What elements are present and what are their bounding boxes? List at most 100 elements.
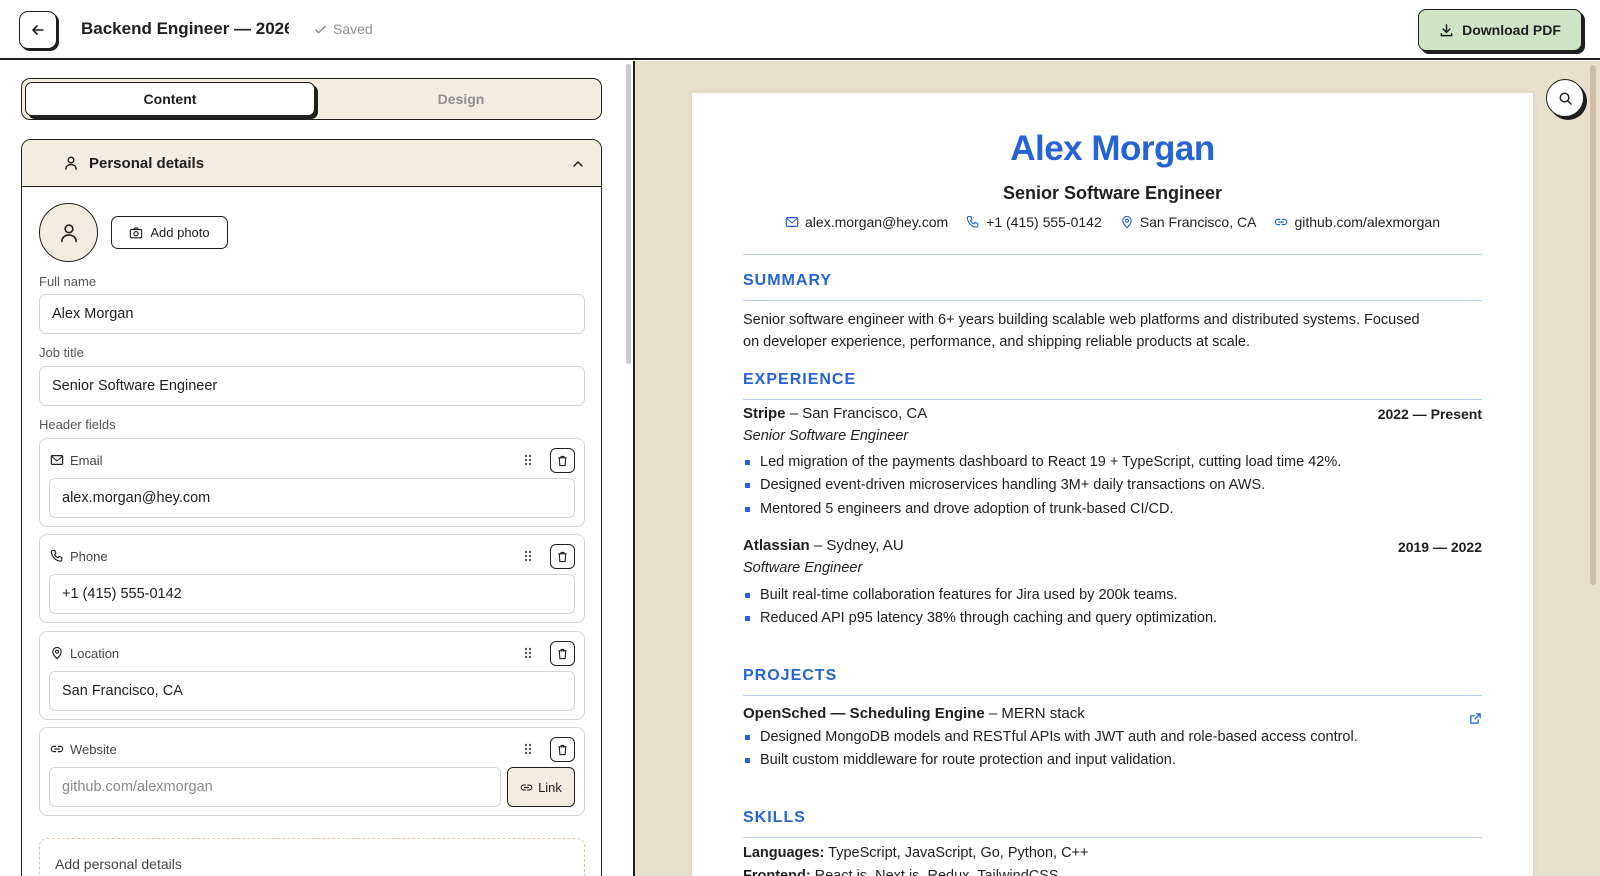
- summary-heading: SUMMARY: [743, 272, 833, 289]
- user-icon: [65, 156, 77, 170]
- list-item: Led migration of the payments dashboard …: [743, 454, 1341, 470]
- phone-field-card: Phone +1 (415) 555-0142: [39, 534, 585, 623]
- map-pin-icon: [1121, 215, 1132, 229]
- experience-heading: EXPERIENCE: [743, 371, 857, 388]
- skill-row: Frontend: React.js, Next.js, Redux, Tail…: [743, 868, 1059, 876]
- trash-icon: [558, 648, 567, 659]
- check-icon: [315, 25, 326, 33]
- resume-name: Alex Morgan: [1010, 129, 1215, 168]
- skill-value: TypeScript, JavaScript, Go, Python, C++: [828, 845, 1089, 861]
- delete-email-button[interactable]: [550, 448, 575, 473]
- drag-handle-icon[interactable]: [523, 742, 533, 756]
- summary-line: on developer experience, performance, an…: [743, 334, 1251, 350]
- resume-contacts: alex.morgan@hey.com +1 (415) 555-0142 Sa…: [692, 214, 1533, 230]
- phone-icon: [966, 216, 979, 228]
- contact-email: alex.morgan@hey.com: [785, 214, 948, 230]
- header-divider: [743, 254, 1482, 255]
- tab-content[interactable]: Content: [25, 82, 315, 116]
- document-title[interactable]: Backend Engineer — 2026: [81, 19, 289, 39]
- contact-location-text: San Francisco, CA: [1139, 214, 1257, 230]
- email-label: Email: [70, 453, 103, 468]
- bullet-text: Designed event-driven microservices hand…: [760, 477, 1266, 493]
- experience-rule: [743, 399, 1482, 400]
- email-field-card: Email alex.morgan@hey.com: [39, 438, 585, 527]
- map-pin-icon: [52, 646, 62, 660]
- full-name-label: Full name: [39, 274, 97, 289]
- contact-email-text: alex.morgan@hey.com: [805, 214, 949, 230]
- location-field-card: Location San Francisco, CA: [39, 631, 585, 720]
- job-title-input[interactable]: Senior Software Engineer: [39, 366, 585, 406]
- drag-handle-icon[interactable]: [523, 549, 533, 563]
- link-icon: [520, 783, 533, 791]
- website-field-card: Website github.com/alexmorgan Link: [39, 727, 585, 816]
- chevron-up-icon[interactable]: [571, 157, 585, 171]
- trash-icon: [558, 551, 567, 562]
- preview-scrollbar[interactable]: [1590, 65, 1596, 585]
- tab-design[interactable]: Design: [322, 82, 600, 116]
- add-photo-label: Add photo: [150, 225, 210, 240]
- job-header: Atlassian – Sydney, AU: [743, 537, 904, 554]
- resume-page: Alex Morgan Senior Software Engineer ale…: [692, 93, 1533, 876]
- link-button[interactable]: Link: [507, 767, 575, 807]
- arrow-left-icon: [32, 25, 44, 35]
- job-location: – San Francisco, CA: [789, 405, 928, 422]
- external-link-icon[interactable]: [1469, 712, 1482, 725]
- bullet-text: Led migration of the payments dashboard …: [760, 454, 1342, 470]
- trash-icon: [558, 455, 567, 466]
- save-status: Saved: [314, 21, 373, 37]
- delete-location-button[interactable]: [550, 641, 575, 666]
- bullet-text: Mentored 5 engineers and drove adoption …: [760, 501, 1174, 517]
- drag-handle-icon[interactable]: [523, 646, 533, 660]
- list-item: Built real-time collaboration features f…: [743, 587, 1177, 603]
- contact-website: github.com/alexmorgan: [1274, 214, 1440, 230]
- project-header: OpenSched — Scheduling Engine – MERN sta…: [743, 705, 1085, 722]
- job-dates: 2022 — Present: [1377, 406, 1482, 422]
- add-photo-button[interactable]: Add photo: [111, 216, 228, 249]
- bullet-text: Built custom middleware for route protec…: [760, 752, 1176, 768]
- projects-heading: PROJECTS: [743, 667, 838, 684]
- download-pdf-label: Download PDF: [1462, 22, 1561, 38]
- skill-label: Languages:: [743, 845, 825, 861]
- top-bar: Backend Engineer — 2026 Saved Download P…: [0, 0, 1600, 60]
- trash-icon: [558, 744, 567, 755]
- contact-location: San Francisco, CA: [1120, 214, 1257, 230]
- contact-phone: +1 (415) 555-0142: [966, 214, 1102, 230]
- add-personal-details-button[interactable]: Add personal details: [39, 838, 585, 876]
- bullet-text: Built real-time collaboration features f…: [760, 587, 1178, 603]
- personal-details-header[interactable]: Personal details: [22, 140, 601, 187]
- summary-line: Senior software engineer with 6+ years b…: [743, 312, 1420, 328]
- delete-phone-button[interactable]: [550, 544, 575, 569]
- project-stack: – MERN stack: [988, 705, 1085, 722]
- location-input[interactable]: San Francisco, CA: [49, 671, 575, 711]
- editor-panel: Content Design Personal details Add phot…: [0, 61, 634, 876]
- list-item: Reduced API p95 latency 38% through cach…: [743, 610, 1217, 626]
- bullet-text: Reduced API p95 latency 38% through cach…: [760, 610, 1218, 626]
- delete-website-button[interactable]: [550, 737, 575, 762]
- avatar[interactable]: [39, 203, 98, 262]
- job-header: Stripe – San Francisco, CA: [743, 405, 927, 422]
- editor-scrollbar[interactable]: [626, 64, 631, 364]
- full-name-input[interactable]: Alex Morgan: [39, 294, 585, 334]
- user-icon: [60, 223, 77, 242]
- contact-website-text: github.com/alexmorgan: [1294, 214, 1440, 230]
- list-item: Designed MongoDB models and RESTful APIs…: [743, 729, 1358, 745]
- save-status-label: Saved: [333, 21, 373, 37]
- list-item: Built custom middleware for route protec…: [743, 752, 1176, 768]
- back-button[interactable]: [19, 11, 57, 49]
- website-input[interactable]: github.com/alexmorgan: [49, 767, 501, 807]
- download-icon: [1440, 23, 1453, 36]
- search-icon: [1559, 92, 1572, 105]
- bullet-text: Designed MongoDB models and RESTful APIs…: [760, 729, 1358, 745]
- phone-input[interactable]: +1 (415) 555-0142: [49, 574, 575, 614]
- skill-label: Frontend:: [743, 868, 811, 876]
- download-pdf-button[interactable]: Download PDF: [1418, 9, 1582, 51]
- email-input[interactable]: alex.morgan@hey.com: [49, 478, 575, 518]
- skill-value: React.js, Next.js, Redux, TailwindCSS: [814, 868, 1059, 876]
- link-icon: [50, 745, 64, 753]
- zoom-button[interactable]: [1546, 79, 1584, 117]
- job-title: Software Engineer: [743, 560, 863, 576]
- drag-handle-icon[interactable]: [523, 453, 533, 467]
- camera-icon: [130, 226, 143, 238]
- header-fields-label: Header fields: [39, 417, 116, 432]
- mail-icon: [785, 217, 799, 227]
